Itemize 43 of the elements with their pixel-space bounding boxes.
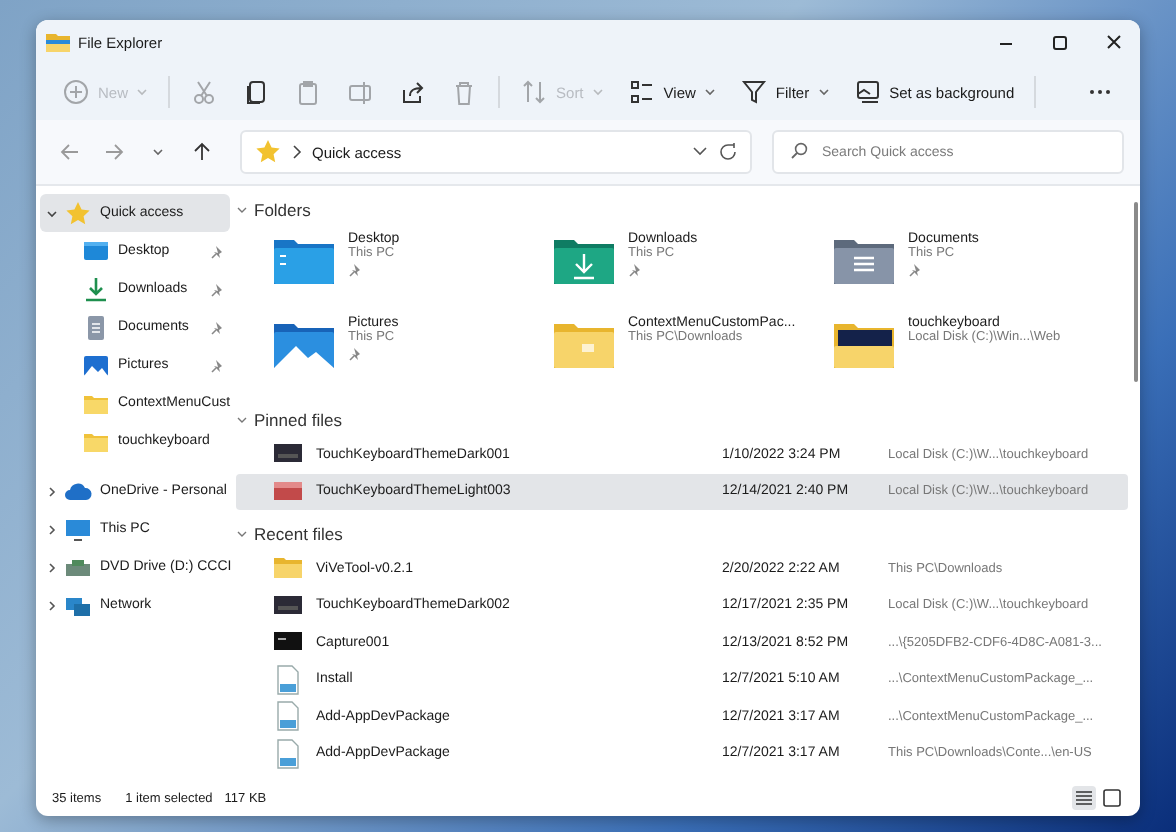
script-file-icon [272,700,304,733]
plus-circle-icon [62,78,90,106]
picture-frame-icon [853,78,882,106]
chevron-down-icon [236,204,248,216]
chevron-down-icon [236,528,248,540]
chevron-right-icon[interactable] [46,561,58,573]
section-header[interactable]: Folders [236,194,1128,226]
maximize-icon[interactable] [1049,33,1069,51]
chevron-down-icon[interactable] [46,207,58,219]
desktop-icon [82,237,110,265]
chevron-right-icon[interactable] [46,485,58,497]
chevron-down-icon [236,414,248,426]
sort-icon [520,78,549,106]
chevron-down-icon[interactable] [692,146,708,158]
caret-icon [817,88,830,96]
filter-icon [739,78,768,106]
caret-icon [136,88,149,96]
script-file-icon [272,663,304,696]
chevron-right-icon[interactable] [46,599,58,611]
caret-icon [591,88,604,96]
caret-icon [703,88,716,96]
picture-icon [82,351,110,379]
details-view-icon[interactable] [1074,788,1094,808]
chevron-right-icon [292,144,302,160]
star-icon [64,199,92,227]
chevron-right-icon[interactable] [46,523,58,535]
tiles-view-icon[interactable] [1102,788,1122,808]
star-icon [254,138,282,166]
document-icon [82,313,110,341]
section-header[interactable]: Pinned files [236,404,1128,436]
up-arrow-icon[interactable] [192,142,212,162]
view-icon [627,78,656,106]
monitor-icon [64,515,92,543]
download-icon [82,275,110,303]
copy-icon[interactable] [242,78,271,106]
refresh-icon[interactable] [718,142,738,162]
script-file-icon [272,737,304,770]
folder-icon [46,32,70,52]
search-icon [790,142,808,160]
scrollbar[interactable] [1134,202,1138,382]
section-header[interactable]: Recent files [236,518,1128,550]
close-icon[interactable] [1103,33,1123,51]
share-icon[interactable] [398,78,427,106]
